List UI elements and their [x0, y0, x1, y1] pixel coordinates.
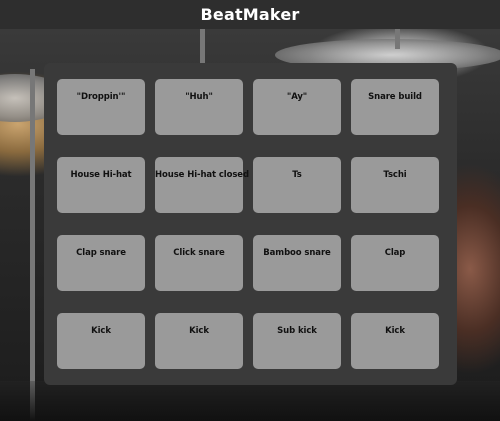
pad-kick-2[interactable]: Kick — [155, 313, 243, 369]
pad-ts[interactable]: Ts — [253, 157, 341, 213]
pad-label: Ts — [292, 170, 302, 180]
stand-right-image — [395, 29, 400, 49]
stand-left-image — [30, 69, 35, 421]
pad-house-hihat-closed[interactable]: House Hi-hat closed — [155, 157, 249, 213]
pad-label: Snare build — [368, 92, 422, 102]
pad-huh[interactable]: "Huh" — [155, 79, 243, 135]
pad-kick-3[interactable]: Kick — [351, 313, 439, 369]
pad-tschi[interactable]: Tschi — [351, 157, 439, 213]
pad-label: "Droppin'" — [76, 92, 126, 102]
drum-pad-panel: "Droppin'" "Huh" "Ay" Snare build House … — [44, 63, 457, 385]
pad-label: Kick — [189, 326, 209, 336]
pad-label: Click snare — [173, 248, 225, 258]
app-header: BeatMaker — [0, 0, 500, 29]
pad-label: Clap snare — [76, 248, 126, 258]
pad-label: House Hi-hat — [70, 170, 132, 180]
pad-label: Sub kick — [277, 326, 317, 336]
pad-label: Tschi — [383, 170, 407, 180]
pad-clap-snare[interactable]: Clap snare — [57, 235, 145, 291]
app-title: BeatMaker — [200, 5, 300, 24]
pad-clap[interactable]: Clap — [351, 235, 439, 291]
pad-label: Kick — [91, 326, 111, 336]
pad-label: Clap — [384, 248, 406, 258]
pad-label: House Hi-hat closed — [155, 170, 249, 180]
pad-bamboo-snare[interactable]: Bamboo snare — [253, 235, 341, 291]
pad-label: Kick — [385, 326, 405, 336]
pad-droppin[interactable]: "Droppin'" — [57, 79, 145, 135]
pad-label: "Huh" — [185, 92, 213, 102]
floor-image — [0, 381, 500, 421]
pad-label: "Ay" — [286, 92, 308, 102]
pad-label: Bamboo snare — [263, 248, 331, 258]
pad-kick-1[interactable]: Kick — [57, 313, 145, 369]
pad-house-hihat[interactable]: House Hi-hat — [57, 157, 145, 213]
pad-sub-kick[interactable]: Sub kick — [253, 313, 341, 369]
pad-snare-build[interactable]: Snare build — [351, 79, 439, 135]
pad-ay[interactable]: "Ay" — [253, 79, 341, 135]
pad-click-snare[interactable]: Click snare — [155, 235, 243, 291]
